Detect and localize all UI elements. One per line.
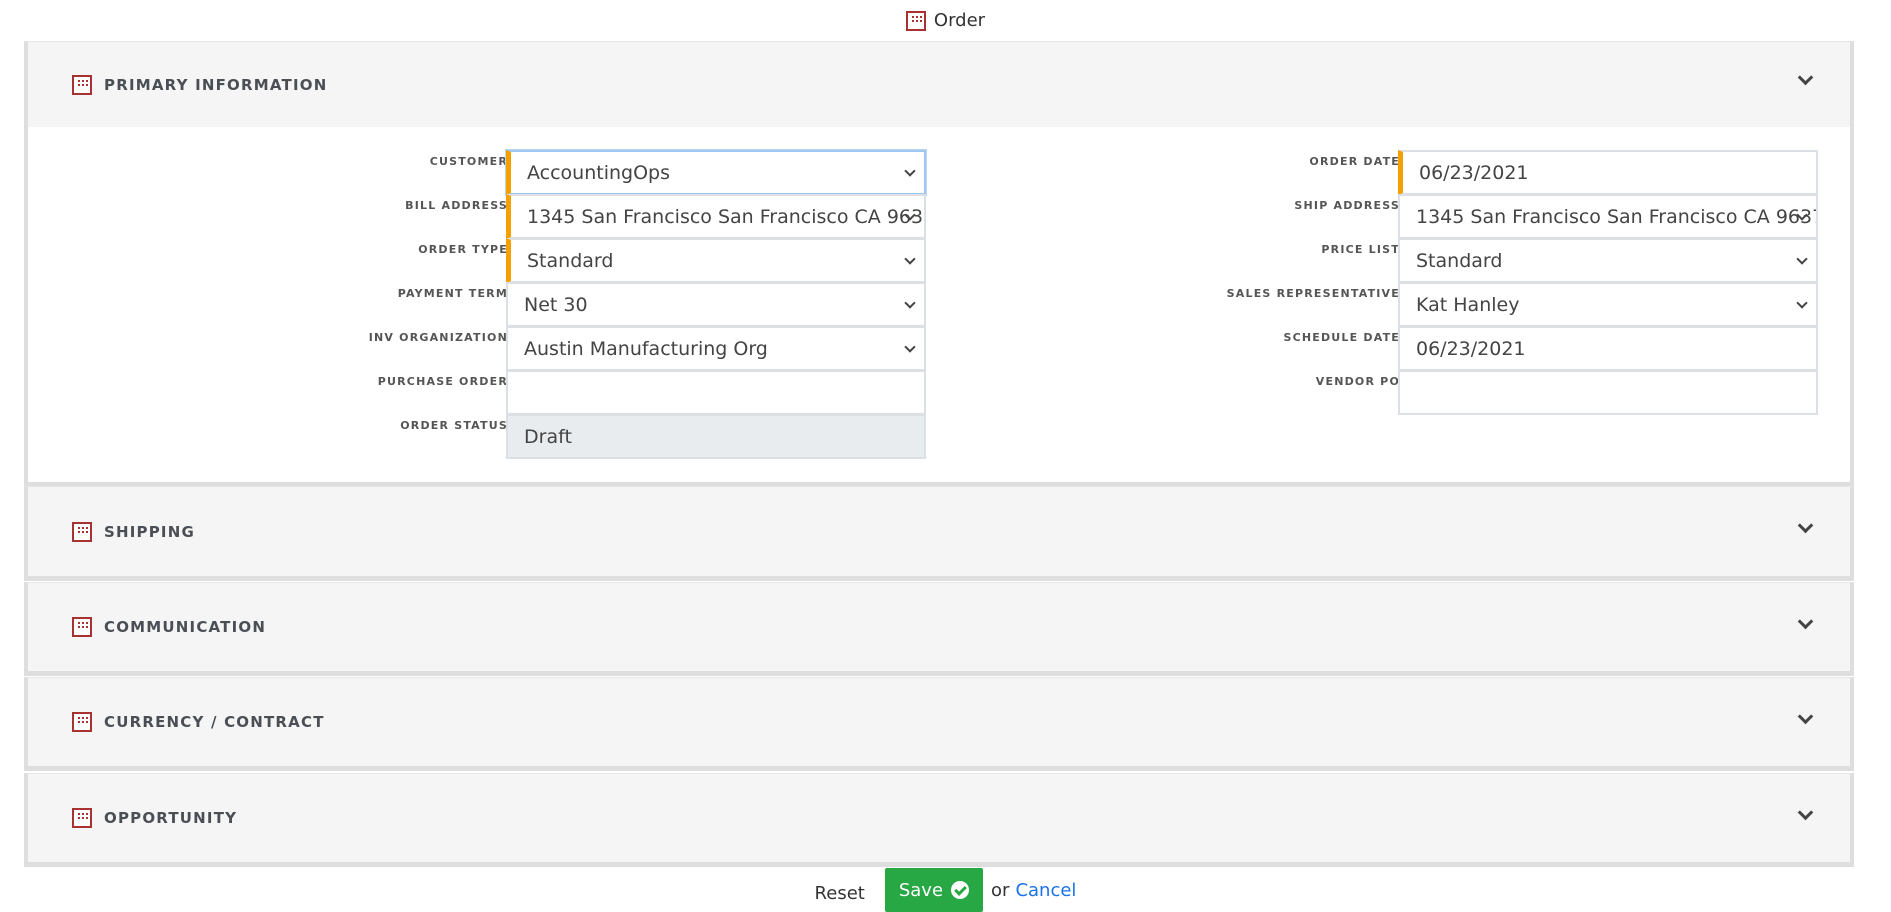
ship-address-label: SHIP ADDRESS: [1294, 199, 1400, 212]
bill-address-select[interactable]: 1345 San Francisco San Francisco CA 9637…: [506, 194, 926, 239]
calendar-icon: [905, 10, 926, 31]
chevron-down-icon: [1798, 211, 1806, 219]
section-opportunity: OPPORTUNITY: [24, 773, 1854, 867]
page-title: Order: [0, 10, 1891, 31]
customer-select[interactable]: AccountingOps: [506, 150, 926, 195]
chevron-down-icon: [906, 299, 914, 307]
section-primary-information: PRIMARY INFORMATION CUSTOMER AccountingO…: [24, 41, 1854, 487]
inv-organization-select[interactable]: Austin Manufacturing Org: [506, 326, 926, 371]
purchase-order-label: PURCHASE ORDER: [377, 375, 508, 388]
customer-label: CUSTOMER: [429, 155, 508, 168]
calendar-icon: [72, 617, 92, 637]
calendar-icon: [72, 521, 92, 542]
section-title: PRIMARY INFORMATION: [104, 75, 328, 94]
chevron-down-icon: [1798, 255, 1806, 263]
payment-term-select[interactable]: Net 30: [506, 282, 926, 327]
section-title: OPPORTUNITY: [104, 809, 238, 827]
sales-representative-label: SALES REPRESENTATIVE: [1226, 287, 1400, 300]
section-communication: COMMUNICATION: [24, 582, 1854, 676]
chevron-down-icon[interactable]: [1798, 616, 1810, 628]
chevron-down-icon[interactable]: [1798, 520, 1810, 532]
calendar-icon: [72, 808, 92, 828]
purchase-order-input[interactable]: [506, 370, 926, 415]
check-circle-icon: [951, 881, 970, 899]
chevron-down-icon: [906, 167, 914, 175]
ship-address-select[interactable]: 1345 San Francisco San Francisco CA 9637…: [1398, 194, 1818, 239]
bill-address-label: BILL ADDRESS: [405, 199, 508, 212]
chevron-down-icon: [1798, 299, 1806, 307]
payment-term-label: PAYMENT TERM: [397, 287, 508, 300]
section-shipping: SHIPPING: [24, 486, 1854, 581]
order-type-label: ORDER TYPE: [418, 243, 508, 256]
price-list-select[interactable]: Standard: [1398, 238, 1818, 283]
chevron-down-icon: [906, 255, 914, 263]
section-header-shipping[interactable]: SHIPPING: [28, 487, 1850, 576]
section-header-opportunity[interactable]: OPPORTUNITY: [28, 774, 1850, 862]
order-type-select[interactable]: Standard: [506, 238, 926, 283]
order-status-label: ORDER STATUS: [400, 419, 508, 432]
schedule-date-label: SCHEDULE DATE: [1283, 331, 1400, 344]
chevron-down-icon: [906, 343, 914, 351]
chevron-down-icon: [906, 211, 914, 219]
section-title: COMMUNICATION: [104, 618, 267, 636]
price-list-label: PRICE LIST: [1321, 243, 1400, 256]
order-status-field: Draft: [506, 414, 926, 459]
inv-organization-label: INV ORGANIZATION: [368, 331, 508, 344]
section-currency-contract: CURRENCY / CONTRACT: [24, 677, 1854, 771]
section-header-primary-information[interactable]: PRIMARY INFORMATION: [28, 42, 1850, 127]
save-button-label: Save: [898, 879, 944, 901]
sales-representative-select[interactable]: Kat Hanley: [1398, 282, 1818, 327]
section-header-communication[interactable]: COMMUNICATION: [28, 583, 1850, 671]
reset-button[interactable]: Reset: [815, 883, 865, 904]
section-title: SHIPPING: [104, 522, 195, 541]
cancel-link[interactable]: Cancel: [1015, 880, 1076, 901]
vendor-po-label: VENDOR PO: [1315, 375, 1400, 388]
order-date-label: ORDER DATE: [1309, 155, 1400, 168]
vendor-po-input[interactable]: [1398, 370, 1818, 415]
chevron-down-icon[interactable]: [1798, 72, 1810, 84]
section-header-currency-contract[interactable]: CURRENCY / CONTRACT: [28, 678, 1850, 766]
calendar-icon: [72, 712, 92, 732]
schedule-date-input[interactable]: 06/23/2021: [1398, 326, 1818, 371]
chevron-down-icon[interactable]: [1798, 807, 1810, 819]
section-title: CURRENCY / CONTRACT: [104, 713, 325, 731]
page-title-text: Order: [933, 10, 986, 31]
calendar-icon: [72, 74, 92, 95]
primary-information-body: CUSTOMER AccountingOps BILL ADDRESS 1345…: [28, 127, 1850, 482]
chevron-down-icon[interactable]: [1798, 711, 1810, 723]
order-date-input[interactable]: 06/23/2021: [1398, 150, 1818, 195]
or-text: or: [991, 879, 1010, 901]
save-button[interactable]: Save: [884, 868, 984, 912]
form-actions: Reset Save or Cancel: [0, 868, 1891, 912]
